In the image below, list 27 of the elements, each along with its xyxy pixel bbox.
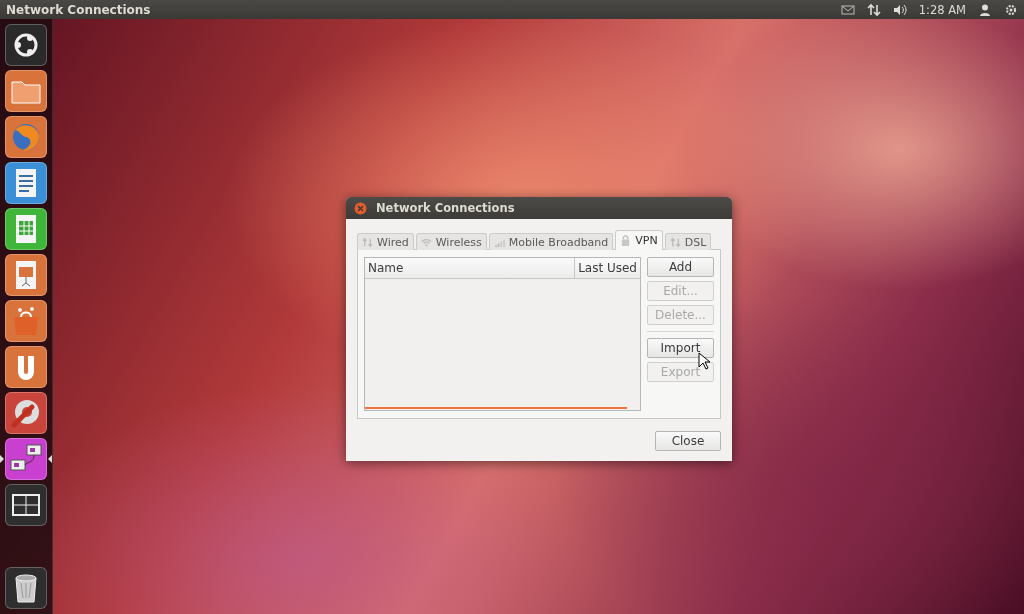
tab[interactable]: Mobile Broadband [488, 233, 614, 250]
user-icon[interactable] [978, 2, 992, 17]
launcher-item[interactable] [5, 438, 47, 480]
mail-icon[interactable] [840, 2, 855, 17]
launcher-item[interactable] [5, 567, 47, 609]
wifi-icon [420, 236, 432, 248]
tab[interactable]: Wireless [415, 233, 487, 250]
column-header[interactable]: Name [365, 258, 576, 278]
action-button[interactable]: Import [647, 338, 714, 358]
action-button[interactable]: Add [647, 257, 714, 277]
close-button[interactable]: Close [655, 431, 721, 451]
transfer-arrows-icon [669, 236, 681, 248]
window-title: Network Connections [376, 201, 515, 215]
lock-icon [620, 235, 632, 246]
settings-icon[interactable] [1004, 2, 1018, 17]
clock[interactable]: 1:28 AM [918, 2, 966, 17]
launcher-item[interactable] [5, 484, 47, 526]
app-title: Network Connections [6, 2, 151, 17]
launcher-item[interactable] [5, 24, 47, 66]
volume-icon[interactable] [892, 2, 907, 17]
close-icon[interactable] [354, 201, 367, 215]
tab[interactable]: Wired [357, 233, 414, 250]
network-arrows-icon[interactable] [866, 2, 881, 17]
column-header[interactable]: Last Used [575, 258, 640, 278]
transfer-arrows-icon [362, 236, 373, 248]
tab[interactable]: VPN [615, 230, 663, 250]
tab[interactable]: DSL [664, 233, 712, 250]
